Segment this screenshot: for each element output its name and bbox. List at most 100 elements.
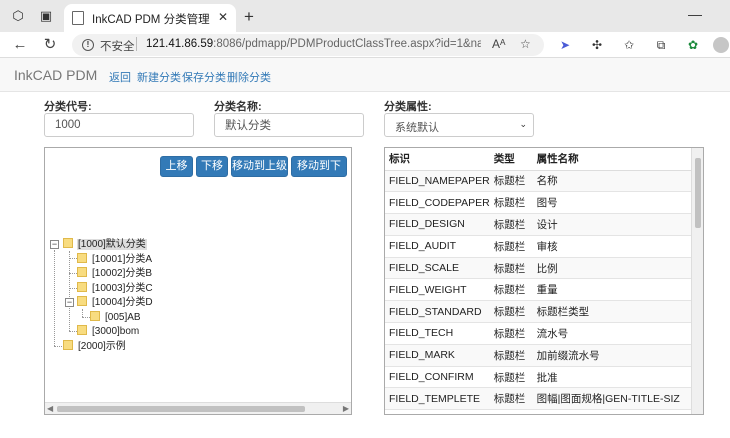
attr-select-value: 系统默认 — [395, 122, 439, 134]
move-to-parent-button[interactable]: 移动到上级 — [231, 156, 288, 177]
copilot-icon[interactable]: ✿ — [686, 38, 700, 52]
minimize-icon[interactable]: — — [688, 6, 702, 22]
new-tab-icon[interactable]: + — [244, 7, 254, 27]
folder-icon — [77, 325, 87, 335]
cell-id: FIELD_DESIGN — [385, 213, 490, 236]
table-row[interactable]: FIELD_AUDIT 标题栏 审核 — [385, 235, 691, 258]
address-bar[interactable]: ! 不安全 121.41.86.59:8086/pdmapp/PDMProduc… — [72, 34, 544, 56]
tree-node[interactable]: [005]AB — [90, 311, 142, 324]
name-label: 分类名称: — [214, 101, 262, 113]
puzzle-icon[interactable]: ✣ — [590, 38, 604, 52]
column-header-id[interactable]: 标识 — [385, 148, 490, 171]
security-label[interactable]: 不安全 — [100, 38, 135, 54]
cell-type: 标题栏 — [489, 170, 533, 193]
tree-connector — [69, 288, 77, 289]
table-vertical-scrollbar[interactable] — [691, 148, 703, 414]
cell-type: 标题栏 — [489, 366, 533, 389]
cell-name: 图号 — [532, 191, 691, 215]
page-content: InkCAD PDM 返回 新建分类 保存分类 删除分类 分类代号: 分类名称:… — [0, 58, 730, 438]
table-row[interactable]: FIELD_MARK 标题栏 加前缀流水号 — [385, 344, 691, 367]
favorite-star-icon[interactable]: ☆ — [520, 37, 531, 51]
move-down-button[interactable]: 下移 — [196, 156, 228, 177]
move-to-child-button[interactable]: 移动到下级 — [291, 156, 347, 191]
tab-close-icon[interactable]: ✕ — [218, 10, 228, 24]
table-row[interactable]: FIELD_STANDARD 标题栏 标题栏类型 — [385, 300, 691, 324]
tree-connector — [69, 251, 70, 331]
cell-name: 批准 — [532, 366, 691, 389]
tree-horizontal-scrollbar[interactable]: ◀ ▶ — [45, 402, 351, 414]
delete-class-link[interactable]: 删除分类 — [227, 69, 271, 85]
table-row[interactable]: FIELD_WEIGHT 标题栏 重量 — [385, 278, 691, 302]
tree-connector — [82, 317, 90, 318]
profile-icon[interactable] — [713, 37, 729, 53]
table-row[interactable]: FIELD_CONFIRM 标题栏 批准 — [385, 366, 691, 389]
code-input[interactable] — [44, 113, 194, 137]
collapse-icon[interactable]: − — [65, 298, 74, 307]
scroll-right-icon[interactable]: ▶ — [343, 404, 349, 413]
read-aloud-icon[interactable]: Aᴬ — [492, 37, 505, 51]
url-host: 121.41.86.59 — [146, 38, 214, 50]
cell-name: 重量 — [532, 278, 691, 302]
favorites-icon[interactable]: ✩ — [622, 38, 636, 52]
tree-node[interactable]: [10003]分类C — [77, 282, 154, 295]
collapse-icon[interactable]: − — [50, 240, 59, 249]
url-path: :8086/pdmapp/PDMProductClassTree.aspx?id… — [213, 38, 481, 50]
cell-name: 标题栏类型 — [532, 300, 691, 324]
table-row[interactable]: FIELD_TECH 标题栏 流水号 — [385, 322, 691, 345]
tab-actions-icon[interactable]: ▣ — [38, 8, 54, 24]
cell-type: 标题栏 — [489, 278, 533, 302]
warning-icon[interactable]: ! — [82, 39, 94, 51]
save-class-link[interactable]: 保存分类 — [182, 69, 226, 85]
table-row[interactable]: FIELD_DESIGN 标题栏 设计 — [385, 213, 691, 236]
table-row[interactable]: FIELD_SCALE 标题栏 比例 — [385, 257, 691, 280]
cell-id: FIELD_CODEPAPER — [385, 191, 490, 215]
folder-icon — [90, 311, 100, 321]
refresh-icon[interactable]: ↻ — [40, 35, 60, 55]
extension-icon[interactable]: ➤ — [558, 38, 572, 52]
folder-icon — [63, 340, 73, 350]
workspaces-icon[interactable]: ⬡ — [10, 8, 26, 24]
cell-name: 审核 — [532, 235, 691, 258]
tree-connector — [54, 346, 62, 347]
tree-node[interactable]: [10001]分类A — [77, 253, 153, 266]
attribute-table: 标识 类型 属性名称 FIELD_NAMEPAPER 标题栏 名称 FIELD_CO… — [385, 148, 691, 411]
cell-id: FIELD_MARK — [385, 344, 490, 367]
cell-id: FIELD_TEMPLETE — [385, 387, 490, 411]
tree-node[interactable]: [2000]示例 — [63, 340, 127, 353]
folder-icon — [77, 267, 87, 277]
tree-connector — [69, 258, 77, 259]
table-row[interactable]: FIELD_CODEPAPER 标题栏 图号 — [385, 191, 691, 215]
name-input[interactable] — [214, 113, 364, 137]
chevron-down-icon: ⌄ — [519, 119, 527, 129]
url-text[interactable]: 121.41.86.59:8086/pdmapp/PDMProductClass… — [146, 38, 481, 50]
back-icon[interactable]: ← — [10, 35, 30, 55]
cell-id: FIELD_WEIGHT — [385, 278, 490, 302]
attr-select[interactable]: 系统默认 ⌄ — [384, 113, 534, 137]
scroll-left-icon[interactable]: ◀ — [47, 404, 53, 413]
app-brand[interactable]: InkCAD PDM — [14, 67, 97, 83]
column-header-type[interactable]: 类型 — [489, 148, 533, 171]
cell-id: FIELD_SCALE — [385, 257, 490, 280]
new-class-link[interactable]: 新建分类 — [137, 69, 181, 85]
tree-node[interactable]: [1000]默认分类 — [63, 238, 147, 251]
tree-node[interactable]: [10002]分类B — [77, 267, 153, 280]
cell-name: 加前缀流水号 — [532, 344, 691, 367]
table-row[interactable]: FIELD_NAMEPAPER 标题栏 名称 — [385, 170, 691, 193]
collections-icon[interactable]: ⧉ — [654, 38, 668, 52]
app-navbar: InkCAD PDM 返回 新建分类 保存分类 删除分类 — [0, 58, 730, 92]
page-favicon-icon — [72, 11, 84, 25]
back-link[interactable]: 返回 — [109, 69, 131, 85]
table-row[interactable]: FIELD_TEMPLETE 标题栏 图幅|图面规格|GEN-TITLE-SIZ — [385, 387, 691, 411]
tree-node[interactable]: [3000]bom — [77, 325, 140, 338]
browser-tab[interactable]: InkCAD PDM 分类管理 ✕ — [64, 4, 236, 32]
cell-type: 标题栏 — [489, 387, 533, 411]
cell-name: 流水号 — [532, 322, 691, 345]
scrollbar-thumb[interactable] — [57, 406, 305, 412]
tree-connector — [69, 331, 77, 332]
folder-icon — [77, 253, 87, 263]
move-up-button[interactable]: 上移 — [160, 156, 193, 177]
tree-node[interactable]: [10004]分类D — [77, 296, 154, 309]
scrollbar-thumb[interactable] — [695, 158, 701, 228]
column-header-name[interactable]: 属性名称 — [532, 148, 691, 171]
tree-connector — [82, 309, 83, 317]
